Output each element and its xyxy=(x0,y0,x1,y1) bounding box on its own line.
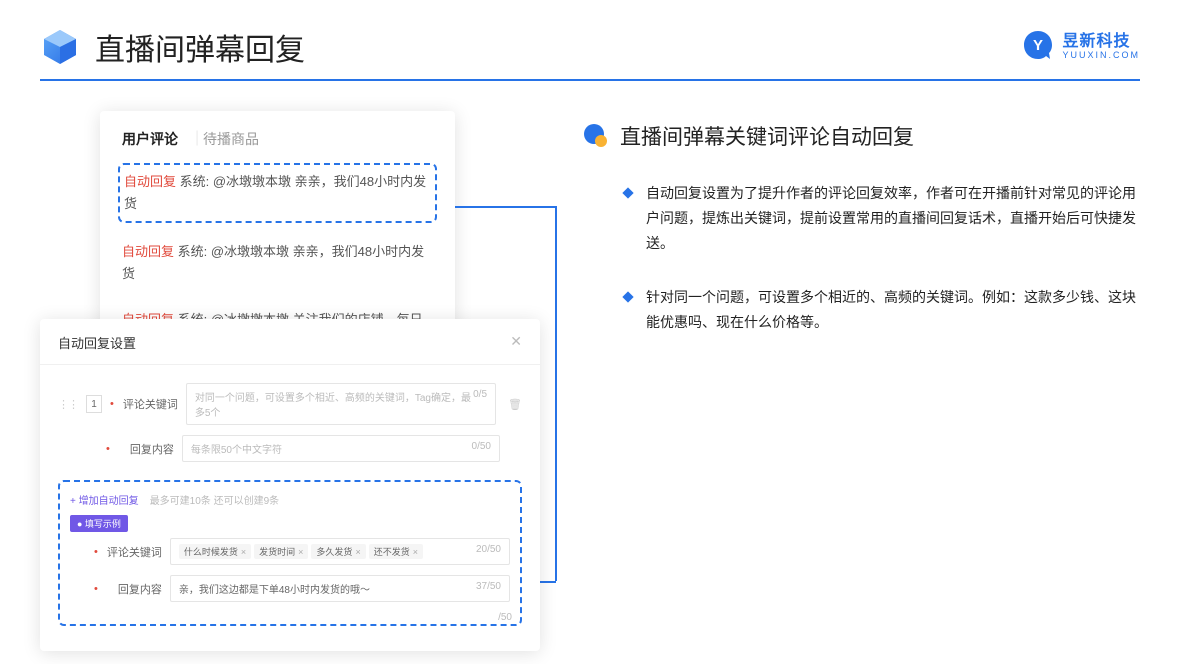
tag-remove-icon[interactable]: × xyxy=(413,547,418,557)
content-counter: 0/50 xyxy=(472,441,491,456)
required-marker: • xyxy=(106,443,110,455)
svg-text:Y: Y xyxy=(1033,37,1043,54)
add-auto-reply-link[interactable]: + 增加自动回复 xyxy=(70,496,139,507)
tag-list: 什么时候发货×发货时间×多久发货× 还不发货× xyxy=(179,544,426,559)
description-column: 直播间弹幕关键词评论自动回复 自动回复设置为了提升作者的评论回复效率，作者可在开… xyxy=(580,111,1140,412)
example-content-label: 回复内容 xyxy=(106,581,162,597)
brand-icon: Y xyxy=(1020,29,1056,65)
delete-icon[interactable]: 🗑 xyxy=(508,398,522,411)
bullet-text: 自动回复设置为了提升作者的评论回复效率，作者可在开播前针对常见的评论用户问题，提… xyxy=(646,181,1140,257)
screenshot-column: 用户评论 | 待播商品 自动回复 系统: @冰墩墩本墩 亲亲，我们48小时内发货… xyxy=(40,111,540,412)
keyword-tag[interactable]: 还不发货× xyxy=(369,544,423,559)
bullet-list: 自动回复设置为了提升作者的评论回复效率，作者可在开播前针对常见的评论用户问题，提… xyxy=(580,181,1140,335)
brand-url: YUUXIN.COM xyxy=(1062,51,1140,61)
section-title: 直播间弹幕关键词评论自动回复 xyxy=(620,121,914,151)
diamond-icon xyxy=(622,187,633,198)
section-heading: 直播间弹幕关键词评论自动回复 xyxy=(580,121,1140,151)
form-row-keyword: ⋮⋮ 1 • 评论关键词 对同一个问题，可设置多个相近、高频的关键词，Tag确定… xyxy=(58,383,522,425)
stray-counter: /50 xyxy=(498,612,512,623)
settings-title: 自动回复设置 xyxy=(58,333,136,352)
keyword-counter: 0/5 xyxy=(473,389,487,419)
content-placeholder: 每条限50个中文字符 xyxy=(191,441,282,456)
example-content-counter: 37/50 xyxy=(476,581,501,596)
content-label: 回复内容 xyxy=(118,441,174,457)
tab-user-comments[interactable]: 用户评论 xyxy=(122,129,178,149)
keyword-label: 评论关键词 xyxy=(122,396,178,412)
tag-remove-icon[interactable]: × xyxy=(241,547,246,557)
connector-line xyxy=(555,206,557,581)
required-marker: • xyxy=(94,546,98,558)
chat-bubble-icon xyxy=(580,122,608,150)
brand-logo: Y 昱新科技 YUUXIN.COM xyxy=(1020,29,1140,65)
example-content-input[interactable]: 亲，我们这边都是下单48小时内发货的哦～ 37/50 xyxy=(170,575,510,602)
bullet-item: 针对同一个问题，可设置多个相近的、高频的关键词。例如：这款多少钱、这块能优惠吗、… xyxy=(624,285,1140,335)
example-section: + 增加自动回复 最多可建10条 还可以创建9条 ● 填写示例 • 评论关键词 … xyxy=(58,480,522,626)
keyword-tag[interactable]: 多久发货× xyxy=(311,544,365,559)
example-content-value: 亲，我们这边都是下单48小时内发货的哦～ xyxy=(179,581,370,596)
keyword-placeholder: 对同一个问题，可设置多个相近、高频的关键词，Tag确定，最多5个 xyxy=(195,389,473,419)
keyword-input[interactable]: 对同一个问题，可设置多个相近、高频的关键词，Tag确定，最多5个 0/5 xyxy=(186,383,496,425)
example-badge: ● 填写示例 xyxy=(70,515,128,532)
content-input[interactable]: 每条限50个中文字符 0/50 xyxy=(182,435,500,462)
auto-reply-settings-panel: 自动回复设置 ✕ ⋮⋮ 1 • 评论关键词 对同一个问题，可设置多个相近、高频的… xyxy=(40,319,540,651)
required-marker: • xyxy=(94,583,98,595)
cube-icon xyxy=(40,27,80,67)
auto-reply-tag: 自动回复 xyxy=(124,174,176,189)
form-row-content: • 回复内容 每条限50个中文字符 0/50 xyxy=(58,435,522,462)
drag-handle-icon[interactable]: ⋮⋮ xyxy=(58,398,78,411)
add-note: 最多可建10条 还可以创建9条 xyxy=(150,496,279,507)
example-keyword-counter: 20/50 xyxy=(476,544,501,559)
example-content-row: • 回复内容 亲，我们这边都是下单48小时内发货的哦～ 37/50 xyxy=(70,575,510,602)
bullet-item: 自动回复设置为了提升作者的评论回复效率，作者可在开播前针对常见的评论用户问题，提… xyxy=(624,181,1140,257)
keyword-tag[interactable]: 什么时候发货× xyxy=(179,544,251,559)
brand-name: 昱新科技 xyxy=(1062,33,1140,51)
diamond-icon xyxy=(622,291,633,302)
example-keyword-label: 评论关键词 xyxy=(106,544,162,560)
message-row: 自动回复 系统: @冰墩墩本墩 亲亲，我们48小时内发货 xyxy=(118,235,437,291)
page-header: 直播间弹幕回复 Y 昱新科技 YUUXIN.COM xyxy=(0,0,1180,79)
auto-reply-tag: 自动回复 xyxy=(122,244,174,259)
connector-line xyxy=(455,206,555,208)
tab-pending-products[interactable]: 待播商品 xyxy=(203,129,259,149)
page-title: 直播间弹幕回复 xyxy=(95,25,1020,69)
message-row-highlighted: 自动回复 系统: @冰墩墩本墩 亲亲，我们48小时内发货 xyxy=(118,163,437,223)
tag-remove-icon[interactable]: × xyxy=(355,547,360,557)
keyword-tag[interactable]: 发货时间× xyxy=(254,544,308,559)
rule-number: 1 xyxy=(86,395,102,413)
required-marker: • xyxy=(110,398,114,410)
example-keyword-row: • 评论关键词 什么时候发货×发货时间×多久发货× 还不发货× 20/50 xyxy=(70,538,510,565)
tab-divider: | xyxy=(195,129,199,147)
close-icon[interactable]: ✕ xyxy=(510,333,522,352)
example-keyword-input[interactable]: 什么时候发货×发货时间×多久发货× 还不发货× 20/50 xyxy=(170,538,510,565)
panel-tabs: 用户评论 | 待播商品 xyxy=(100,129,455,163)
tag-remove-icon[interactable]: × xyxy=(298,547,303,557)
bullet-text: 针对同一个问题，可设置多个相近的、高频的关键词。例如：这款多少钱、这块能优惠吗、… xyxy=(646,285,1140,335)
